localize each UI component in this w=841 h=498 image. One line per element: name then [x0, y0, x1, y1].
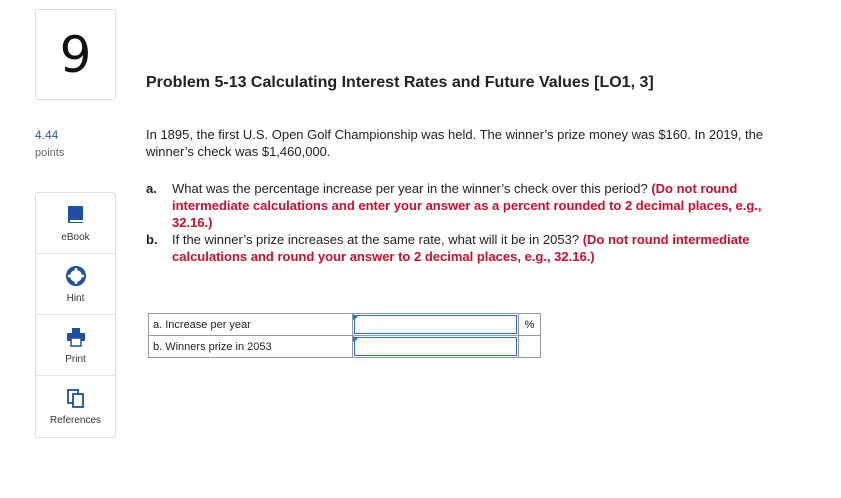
problem-parts: a. What was the percentage increase per …: [146, 180, 776, 265]
table-row: b. Winners prize in 2053: [148, 335, 541, 358]
hint-label: Hint: [66, 293, 85, 304]
references-label: References: [49, 415, 102, 426]
ebook-button[interactable]: eBook: [36, 193, 115, 254]
ebook-label: eBook: [61, 232, 90, 243]
print-label: Print: [65, 354, 86, 365]
increase-per-year-input[interactable]: [354, 315, 517, 334]
points-value: 4.44: [35, 128, 59, 142]
answer-a-cell: [352, 313, 519, 336]
part-a-label: a.: [146, 181, 157, 196]
printer-icon: [66, 327, 86, 347]
answer-b-unit: [518, 335, 541, 358]
answer-a-label: a. Increase per year: [148, 313, 353, 336]
flag-icon: [353, 336, 358, 342]
part-b-text: If the winner’s prize increases at the s…: [172, 232, 583, 247]
problem-intro: In 1895, the first U.S. Open Golf Champi…: [146, 127, 764, 159]
flag-icon: [353, 314, 358, 320]
winners-prize-2053-input[interactable]: [354, 337, 517, 356]
tools-panel: eBook Hint Print References: [35, 192, 116, 438]
problem-title: Problem 5-13 Calculating Interest Rates …: [146, 74, 654, 91]
book-icon: [66, 205, 86, 225]
part-a: a. What was the percentage increase per …: [146, 180, 776, 231]
part-b-label: b.: [146, 232, 158, 247]
lifebuoy-icon: [65, 266, 86, 286]
references-button[interactable]: References: [36, 376, 115, 437]
points-label: points: [35, 147, 65, 159]
table-row: a. Increase per year %: [148, 313, 541, 336]
answer-b-label: b. Winners prize in 2053: [148, 335, 353, 358]
answer-b-cell: [352, 335, 519, 358]
answer-table: a. Increase per year % b. Winners prize …: [148, 313, 541, 358]
hint-button[interactable]: Hint: [36, 254, 115, 315]
answer-a-unit: %: [518, 313, 541, 336]
question-number: 9: [35, 9, 116, 100]
print-button[interactable]: Print: [36, 315, 115, 376]
part-b: b. If the winner’s prize increases at th…: [146, 231, 776, 265]
documents-icon: [66, 388, 86, 408]
part-a-text: What was the percentage increase per yea…: [172, 181, 652, 196]
